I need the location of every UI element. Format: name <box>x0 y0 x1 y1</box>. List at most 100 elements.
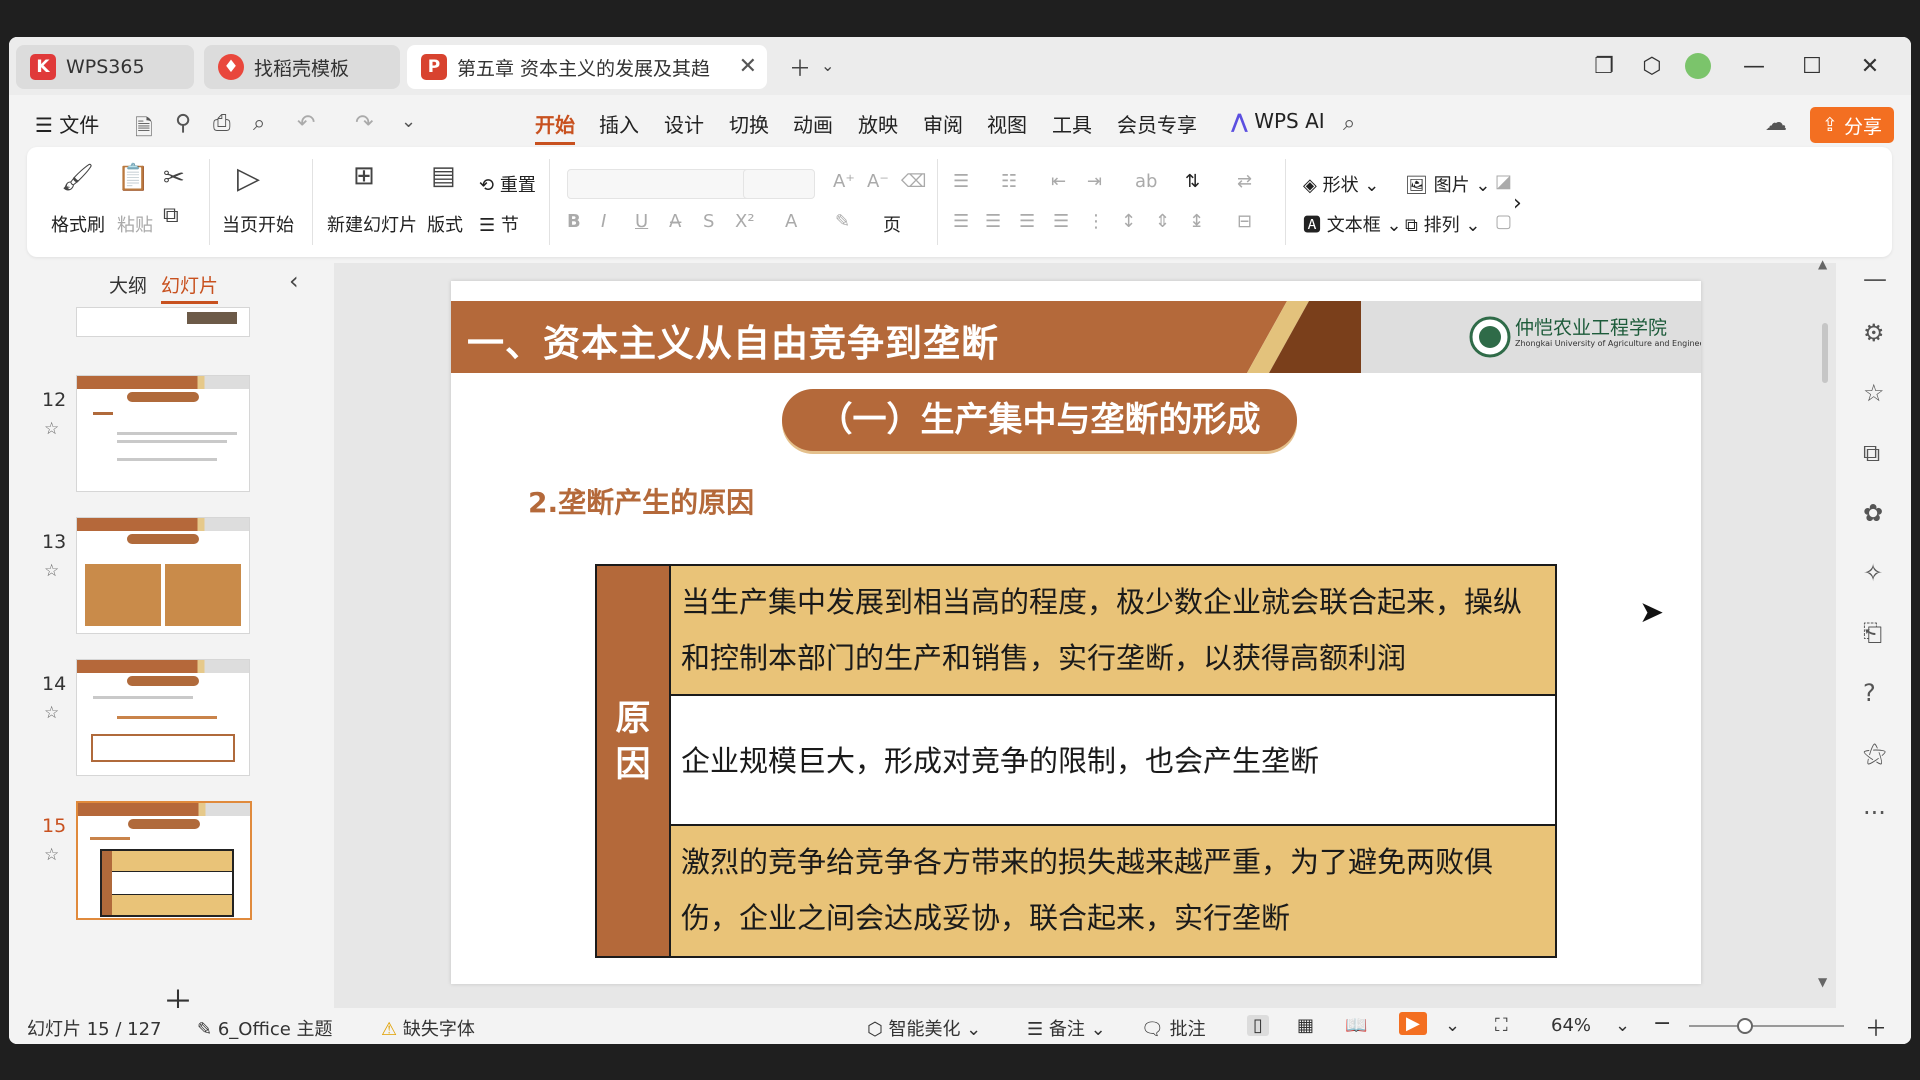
cloud-icon[interactable]: ☁ <box>1765 111 1787 136</box>
star-icon[interactable]: ☆ <box>44 703 59 723</box>
share-button[interactable]: ⇪ 分享 <box>1810 107 1894 143</box>
slide-thumbnail[interactable] <box>76 659 250 776</box>
spacing-icon[interactable]: ↨ <box>1189 211 1204 232</box>
notes-button[interactable]: ☰ 备注 ⌄ <box>1027 1015 1106 1041</box>
zoom-slider-knob[interactable] <box>1737 1018 1753 1034</box>
convert-icon[interactable]: ⇄ <box>1237 171 1252 192</box>
distribute-icon[interactable]: ⋮ <box>1087 211 1105 232</box>
numbered-list-icon[interactable]: ☷ <box>1001 171 1017 192</box>
collapse-panel-icon[interactable]: ‹ <box>289 267 299 295</box>
menu-start[interactable]: 开始 <box>535 109 575 145</box>
increase-indent-icon[interactable]: ⇥ <box>1087 171 1102 192</box>
menu-review[interactable]: 审阅 <box>923 109 963 138</box>
save-icon[interactable]: 🗎 <box>135 111 153 149</box>
zoom-chevron-icon[interactable]: ⌄ <box>1615 1015 1630 1036</box>
layout-label[interactable]: 版式 <box>427 211 463 237</box>
textbox-button[interactable]: 🅰 文本框 ⌄ <box>1303 211 1402 237</box>
undo-icon[interactable]: ↶ <box>297 111 315 136</box>
redo-icon[interactable]: ↷ <box>355 111 373 136</box>
help-icon[interactable]: ? <box>1863 679 1876 707</box>
menu-design[interactable]: 设计 <box>664 109 704 138</box>
menu-view[interactable]: 视图 <box>987 109 1027 138</box>
smart-beautify-button[interactable]: ⬡ 智能美化 ⌄ <box>867 1015 981 1041</box>
share-link-icon[interactable]: ⚲ <box>175 111 191 136</box>
collapse-icon[interactable]: — <box>1863 265 1887 293</box>
format-painter-label[interactable]: 格式刷 <box>51 211 105 237</box>
layout-icon[interactable]: ▤ <box>431 161 456 191</box>
multi-window-icon[interactable]: ❐ <box>1587 49 1621 83</box>
zoom-slider[interactable] <box>1689 1025 1844 1027</box>
new-slide-icon[interactable]: ⊞ <box>353 161 375 191</box>
align-left-icon[interactable]: ☰ <box>953 211 969 232</box>
favorite-icon[interactable]: ☆ <box>1863 379 1885 407</box>
copy-icon[interactable]: ⧉ <box>163 203 179 228</box>
print-preview-icon[interactable]: ⌕ <box>253 111 265 136</box>
play-from-current-icon[interactable]: ▷ <box>237 161 260 196</box>
font-size-select[interactable] <box>743 169 815 199</box>
superscript-icon[interactable]: X² <box>735 211 755 232</box>
tools-icon[interactable]: ✧ <box>1863 559 1883 587</box>
menu-insert[interactable]: 插入 <box>599 109 639 138</box>
zoom-out-icon[interactable]: − <box>1653 1011 1671 1036</box>
slide-thumbnail[interactable] <box>76 517 250 634</box>
ribbon-scroll-right-icon[interactable]: › <box>1513 191 1522 216</box>
decrease-font-icon[interactable]: A⁻ <box>867 171 889 192</box>
paste-label[interactable]: 粘贴 <box>117 211 153 237</box>
slide-thumbnail[interactable] <box>76 375 250 492</box>
outline-icon[interactable]: ▢ <box>1495 211 1512 232</box>
scroll-down-icon[interactable]: ▼ <box>1818 975 1827 989</box>
reader-icon[interactable]: ⎗ <box>1863 619 1882 647</box>
menu-slideshow[interactable]: 放映 <box>858 109 898 138</box>
new-tab-icon[interactable]: ＋ <box>789 51 811 83</box>
tab-template-store[interactable]: ♦ 找稻壳模板 <box>204 45 400 89</box>
minimize-icon[interactable]: — <box>1737 49 1771 83</box>
slides-library-icon[interactable]: ⧉ <box>1863 439 1880 467</box>
wps-ai-button[interactable]: ⋀ WPS AI <box>1231 109 1325 133</box>
bold-icon[interactable]: B <box>567 211 581 232</box>
fit-window-icon[interactable]: ⛶ <box>1495 1015 1508 1036</box>
sort-icon[interactable]: ⇅ <box>1185 171 1200 192</box>
maximize-icon[interactable]: ☐ <box>1795 49 1829 83</box>
new-slide-label[interactable]: 新建幻灯片 <box>327 211 417 237</box>
scroll-up-icon[interactable]: ▲ <box>1818 257 1827 271</box>
section-button[interactable]: ☰ 节 <box>479 211 519 237</box>
missing-font-button[interactable]: ⚠ 缺失字体 <box>381 1015 475 1041</box>
fill-icon[interactable]: ◪ <box>1495 171 1512 192</box>
star-icon[interactable]: ☆ <box>44 419 59 439</box>
feedback-icon[interactable]: ⚝ <box>1863 739 1886 767</box>
zoom-in-icon[interactable]: ＋ <box>1865 1011 1887 1043</box>
picture-button[interactable]: 🖼 图片 ⌄ <box>1405 171 1490 197</box>
cut-icon[interactable]: ✂ <box>163 163 185 193</box>
play-slideshow-icon[interactable]: ▶ <box>1399 1012 1427 1035</box>
cube-icon[interactable]: ⬡ <box>1635 49 1669 83</box>
theme-button[interactable]: ✎ 6_Office 主题 <box>197 1015 333 1041</box>
font-color-icon[interactable]: A <box>785 211 797 232</box>
reset-button[interactable]: ⟲ 重置 <box>479 171 536 197</box>
highlight-icon[interactable]: ✎ <box>835 211 850 232</box>
justify-icon[interactable]: ☰ <box>1053 211 1069 232</box>
properties-icon[interactable]: ⚙ <box>1863 319 1885 347</box>
zoom-level[interactable]: 64% <box>1551 1015 1591 1036</box>
clear-format-icon[interactable]: ⌫ <box>901 171 926 192</box>
decrease-indent-icon[interactable]: ⇤ <box>1051 171 1066 192</box>
tab-list-chevron-icon[interactable]: ⌄ <box>821 56 834 75</box>
line-spacing-icon[interactable]: ↕ <box>1121 211 1136 232</box>
close-tab-icon[interactable]: ✕ <box>739 54 757 79</box>
star-icon[interactable]: ☆ <box>44 845 59 865</box>
slide-sorter-icon[interactable]: ▦ <box>1297 1015 1314 1036</box>
text-box-align-icon[interactable]: ⊟ <box>1237 211 1252 232</box>
menu-member[interactable]: 会员专享 <box>1117 109 1197 138</box>
phonetic-icon[interactable]: ⻚ <box>883 211 901 237</box>
format-painter-icon[interactable]: 🖌 <box>61 163 94 193</box>
more-chevron-icon[interactable]: ⌄ <box>401 111 416 132</box>
file-menu[interactable]: ☰ 文件 <box>35 109 99 138</box>
comments-button[interactable]: 🗨 批注 <box>1141 1015 1206 1041</box>
strikethrough-icon[interactable]: A̶ <box>669 211 681 232</box>
beautify-icon[interactable]: ✿ <box>1863 499 1883 527</box>
star-icon[interactable]: ☆ <box>44 561 59 581</box>
shape-button[interactable]: ◈ 形状 ⌄ <box>1303 171 1379 197</box>
slides-tab[interactable]: 幻灯片 <box>161 271 219 304</box>
align-center-icon[interactable]: ☰ <box>985 211 1001 232</box>
italic-icon[interactable]: I <box>601 211 606 232</box>
start-from-current-label[interactable]: 当页开始 <box>222 211 294 237</box>
